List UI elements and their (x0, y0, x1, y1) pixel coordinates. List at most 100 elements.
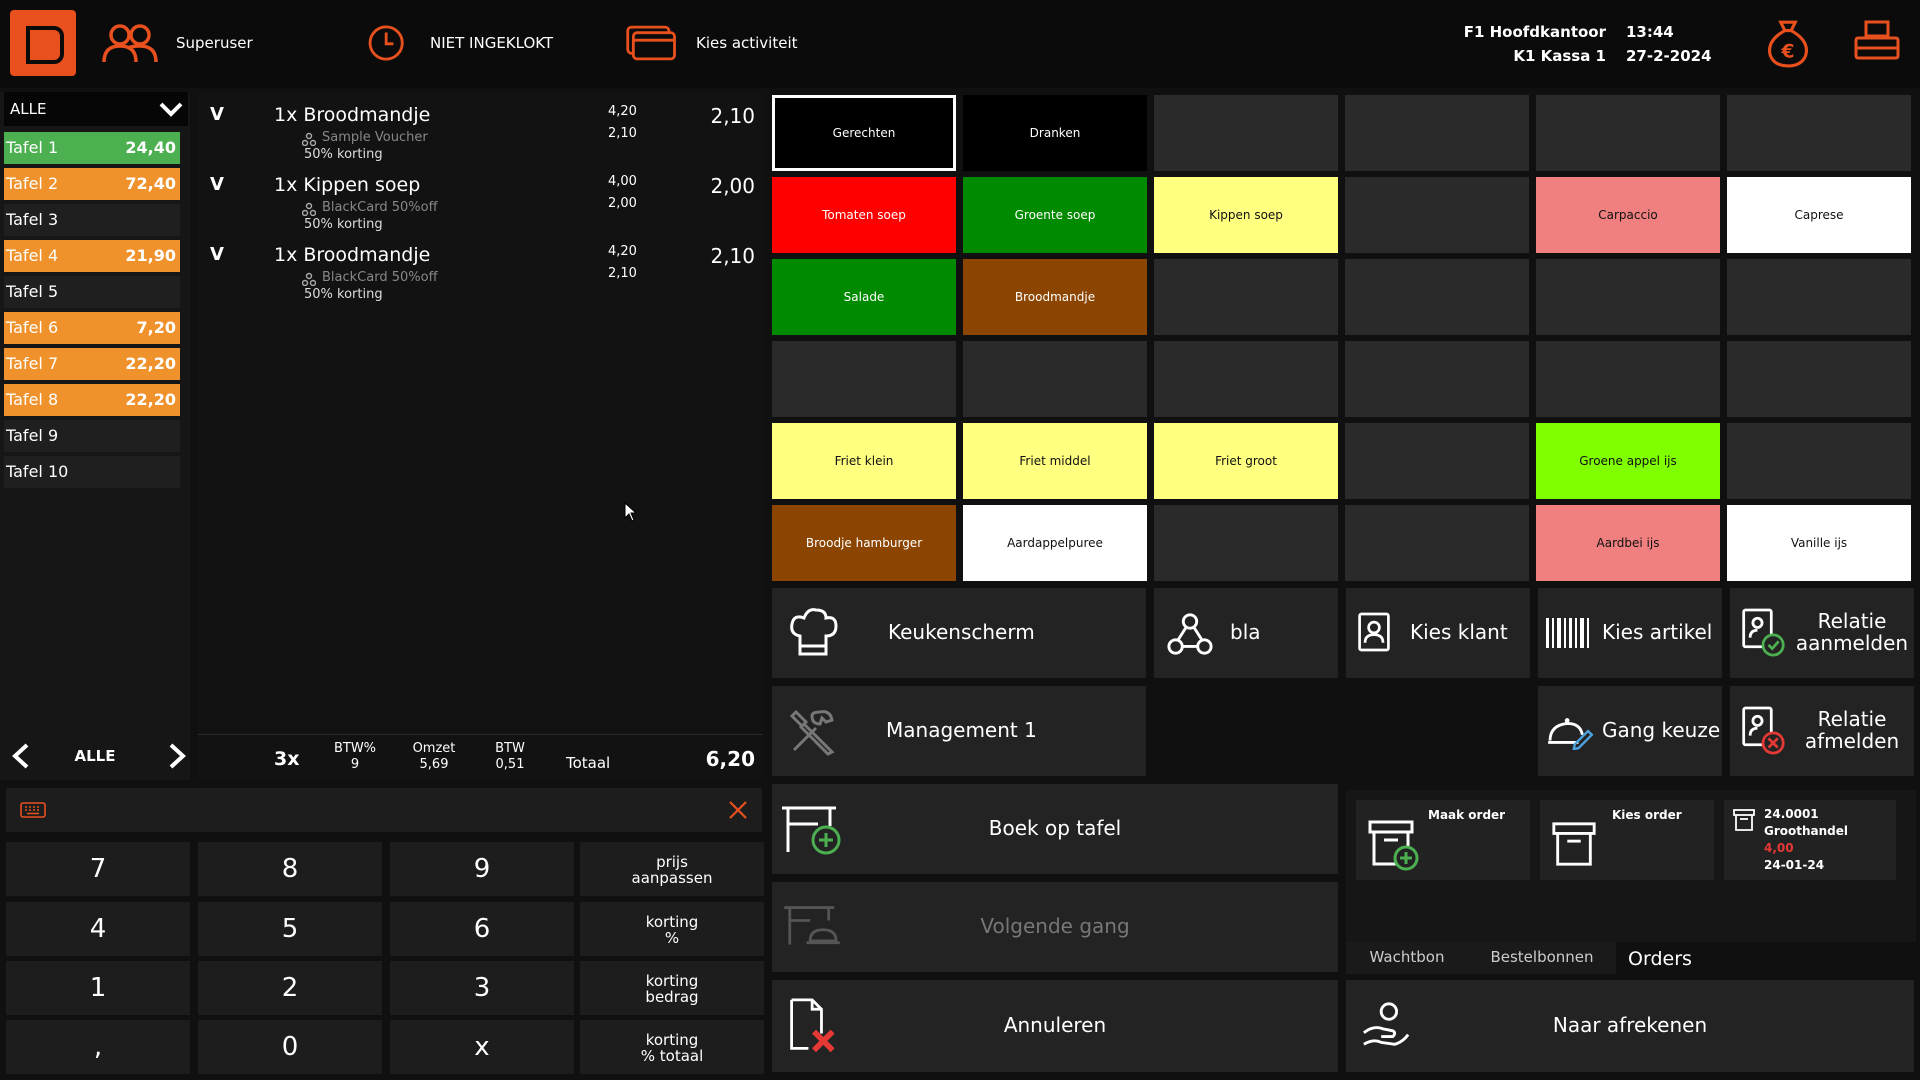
next-course-button[interactable]: Volgende gang (772, 882, 1338, 972)
clock-in-button[interactable]: NIET INGEKLOKT (366, 20, 553, 66)
order-line[interactable]: V 1x Broodmandje BlackCard 50%off 50% ko… (198, 238, 763, 308)
empty-product-slot (772, 341, 956, 417)
order-line-discount: 50% korting (304, 287, 383, 302)
numpad-input[interactable] (6, 788, 762, 832)
numpad-key[interactable]: 1 (6, 961, 190, 1015)
money-bag-icon[interactable]: € (1762, 16, 1814, 68)
order-card[interactable]: 24.0001 Groothandel 4,00 24-01-24 (1724, 800, 1896, 880)
table-amount: 72,40 (125, 174, 176, 193)
table-filter-dropdown[interactable]: ALLE (4, 92, 188, 126)
table-item[interactable]: Tafel 2 72,40 (4, 168, 180, 200)
location-info: F1 Hoofdkantoor K1 Kassa 1 (1440, 20, 1606, 68)
keyboard-icon[interactable] (20, 802, 46, 818)
product-button[interactable]: Dranken (963, 95, 1147, 171)
make-order-button[interactable]: Maak order (1356, 800, 1530, 880)
numpad-key[interactable]: x (390, 1020, 574, 1074)
order-line[interactable]: V 1x Kippen soep BlackCard 50%off 50% ko… (198, 168, 763, 238)
choose-article-button[interactable]: Kies artikel (1538, 588, 1722, 678)
tab-bestelbonnen[interactable]: Bestelbonnen (1468, 942, 1616, 974)
order-line-price: 4,20 (608, 244, 637, 259)
numpad-key[interactable]: 3 (390, 961, 574, 1015)
order-amount: 4,00 (1764, 841, 1794, 855)
table-item[interactable]: Tafel 7 22,20 (4, 348, 180, 380)
product-button[interactable]: Friet middel (963, 423, 1147, 499)
order-line-name: 1x Kippen soep (274, 174, 421, 196)
chevron-right-icon[interactable] (164, 742, 190, 770)
app-logo[interactable] (10, 10, 76, 76)
numpad-key[interactable]: 7 (6, 842, 190, 896)
product-button[interactable]: Caprese (1727, 177, 1911, 253)
order-line[interactable]: V 1x Broodmandje Sample Voucher 50% kort… (198, 98, 763, 168)
table-item[interactable]: Tafel 3 (4, 204, 180, 236)
omzet: Omzet 5,69 (406, 741, 462, 773)
product-button[interactable]: Salade (772, 259, 956, 335)
numpad-key[interactable]: 0 (198, 1020, 382, 1074)
product-button[interactable]: Broodmandje (963, 259, 1147, 335)
users-icon (102, 24, 158, 63)
cancel-label: Annuleren (1003, 1013, 1107, 1037)
cancel-button[interactable]: Annuleren (772, 980, 1338, 1072)
management-button[interactable]: Management 1 (772, 686, 1146, 776)
table-amount: 22,20 (125, 354, 176, 373)
empty-product-slot (1536, 95, 1720, 171)
product-button[interactable]: Aardappelpuree (963, 505, 1147, 581)
checkout-button[interactable]: Naar afrekenen (1346, 980, 1914, 1072)
numpad-key[interactable]: 2 (198, 961, 382, 1015)
book-on-table-button[interactable]: Boek op tafel (772, 784, 1338, 874)
empty-product-slot (1345, 177, 1529, 253)
table-item[interactable]: Tafel 8 22,20 (4, 384, 180, 416)
table-name: Tafel 6 (6, 318, 59, 337)
discount-amount-label-2: bedrag (645, 988, 699, 1006)
datetime-info: 13:44 27-2-2024 (1626, 20, 1712, 68)
numpad-key[interactable]: , (6, 1020, 190, 1074)
product-button[interactable]: Aardbei ijs (1536, 505, 1720, 581)
chef-hat-icon (790, 608, 838, 656)
book-on-table-label: Boek op tafel (988, 816, 1122, 840)
discount-total-button[interactable]: korting% totaal (580, 1020, 764, 1074)
discount-percent-button[interactable]: korting% (580, 902, 764, 956)
table-item[interactable]: Tafel 10 (4, 456, 180, 488)
numpad-key[interactable]: 6 (390, 902, 574, 956)
product-button[interactable]: Friet groot (1154, 423, 1338, 499)
clear-icon[interactable] (726, 798, 750, 822)
table-item[interactable]: Tafel 1 24,40 (4, 132, 180, 164)
product-button[interactable]: Broodje hamburger (772, 505, 956, 581)
choose-article-label: Kies artikel (1602, 620, 1713, 644)
order-line-voucher: BlackCard 50%off (322, 200, 438, 215)
bla-button[interactable]: bla (1154, 588, 1338, 678)
numpad-key[interactable]: 5 (198, 902, 382, 956)
product-button[interactable]: Kippen soep (1154, 177, 1338, 253)
chevron-left-icon[interactable] (8, 742, 34, 770)
product-button[interactable]: Gerechten (772, 95, 956, 171)
numpad-key[interactable]: 9 (390, 842, 574, 896)
choose-order-button[interactable]: Kies order (1540, 800, 1714, 880)
course-choice-button[interactable]: Gang keuze (1538, 686, 1722, 776)
product-button[interactable]: Carpaccio (1536, 177, 1720, 253)
numpad-key[interactable]: 4 (6, 902, 190, 956)
cash-register-icon[interactable] (1852, 16, 1902, 66)
user-button[interactable]: Superuser (100, 20, 253, 66)
adjust-price-button[interactable]: prijs aanpassen (580, 842, 764, 896)
numpad-key[interactable]: 8 (198, 842, 382, 896)
relation-logout-button[interactable]: Relatie afmelden (1730, 686, 1914, 776)
next-course-label: Volgende gang (980, 914, 1130, 938)
tab-wachtbon[interactable]: Wachtbon (1346, 942, 1468, 974)
order-line-total: 2,10 (710, 244, 755, 268)
table-item[interactable]: Tafel 4 21,90 (4, 240, 180, 272)
product-button[interactable]: Groente soep (963, 177, 1147, 253)
discount-amount-button[interactable]: korting bedrag (580, 961, 764, 1015)
table-item[interactable]: Tafel 6 7,20 (4, 312, 180, 344)
btw-percent-label: BTW% (333, 741, 377, 756)
tab-orders[interactable]: Orders (1616, 942, 1704, 974)
activity-button[interactable]: Kies activiteit (624, 20, 798, 66)
product-button[interactable]: Friet klein (772, 423, 956, 499)
product-button[interactable]: Groene appel ijs (1536, 423, 1720, 499)
choose-customer-button[interactable]: Kies klant (1346, 588, 1530, 678)
relation-login-button[interactable]: Relatie aanmelden (1730, 588, 1914, 678)
table-item[interactable]: Tafel 9 (4, 420, 180, 452)
mouse-cursor-icon (624, 502, 638, 522)
table-item[interactable]: Tafel 5 (4, 276, 180, 308)
kitchen-screen-button[interactable]: Keukenscherm (772, 588, 1146, 678)
product-button[interactable]: Vanille ijs (1727, 505, 1911, 581)
product-button[interactable]: Tomaten soep (772, 177, 956, 253)
